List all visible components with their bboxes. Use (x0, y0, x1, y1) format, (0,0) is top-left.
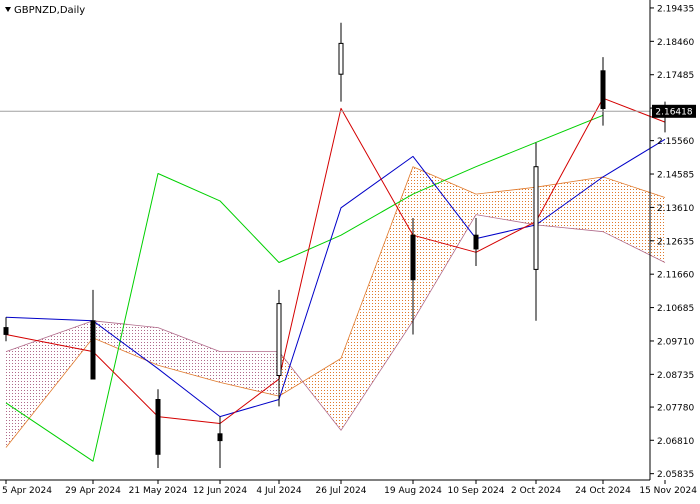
y-tick-label: 2.06810 (657, 437, 694, 447)
current-price-tag: 2.16418 (652, 104, 696, 118)
y-tick-label: 2.11660 (657, 271, 694, 281)
candle-body (410, 234, 416, 281)
x-tick-label: 24 Oct 2024 (575, 486, 631, 496)
x-tick-label: 5 Apr 2024 (2, 486, 52, 496)
y-tick-label: 2.13610 (657, 204, 694, 214)
x-tick-label: 2 Oct 2024 (511, 486, 561, 496)
candle-body (338, 42, 344, 75)
x-tick-label: 19 Aug 2024 (384, 486, 442, 496)
y-tick-label: 2.18460 (657, 38, 694, 48)
x-tick-label: 26 Jul 2024 (316, 486, 367, 496)
candle-body (533, 166, 539, 270)
y-tick-label: 2.10685 (657, 304, 694, 314)
y-tick-label: 2.14585 (657, 171, 694, 181)
x-tick-label: 15 Nov 2024 (639, 486, 697, 496)
y-tick-label: 2.12635 (657, 237, 694, 247)
y-tick-label: 2.05835 (657, 470, 694, 480)
y-tick-label: 2.09710 (657, 337, 694, 347)
symbol-label: GBPNZD,Daily (14, 5, 85, 16)
chart-canvas[interactable]: 2.194352.184602.174852.165102.155602.145… (0, 0, 700, 500)
candle-body (600, 70, 606, 110)
y-tick-label: 2.19435 (657, 4, 694, 14)
candle-body (3, 327, 9, 335)
chart-background (0, 0, 700, 500)
y-tick-label: 2.08735 (657, 371, 694, 381)
y-tick-label: 2.17485 (657, 71, 694, 81)
x-tick-label: 29 Apr 2024 (65, 486, 121, 496)
x-tick-label: 10 Sep 2024 (447, 486, 504, 496)
symbol-header[interactable]: GBPNZD,Daily (5, 5, 85, 16)
current-price-value: 2.16418 (655, 107, 692, 117)
x-tick-label: 12 Jun 2024 (193, 486, 247, 496)
candle-body (276, 303, 282, 377)
candle-body (155, 399, 161, 455)
y-tick-label: 2.07780 (657, 404, 694, 414)
y-tick-label: 2.15560 (657, 137, 694, 147)
candle-body (90, 320, 96, 380)
x-tick-label: 21 May 2024 (129, 486, 188, 496)
price-chart[interactable]: 2.194352.184602.174852.165102.155602.145… (0, 0, 700, 500)
candle-body (473, 234, 479, 250)
x-tick-label: 4 Jul 2024 (256, 486, 301, 496)
candle-body (217, 433, 223, 442)
